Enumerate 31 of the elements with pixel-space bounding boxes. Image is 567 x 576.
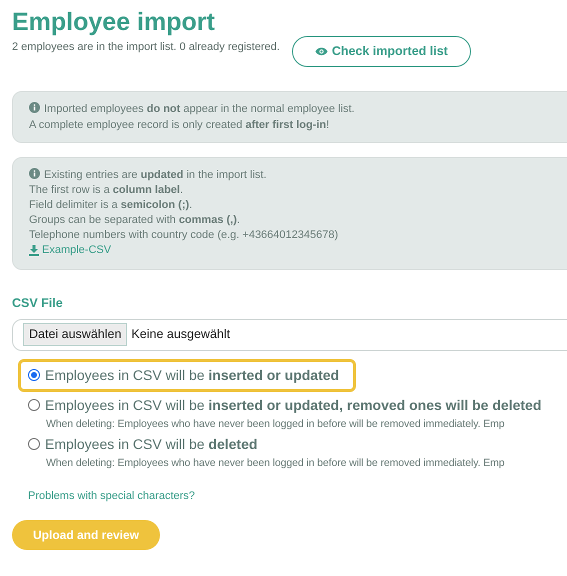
example-csv-link[interactable]: Example-CSV (29, 243, 112, 258)
summary-text: 2 employees are in the import list. 0 already registered. (12, 40, 280, 56)
option-label: Employees in CSV will be deleted (45, 434, 258, 454)
radio-button[interactable] (28, 438, 40, 450)
option-hint: When deleting: Employees who have never been logged in before will be removed immediately. Emp (46, 416, 506, 431)
file-status-text: Keine ausgewählt (131, 326, 230, 344)
radio-button[interactable] (28, 399, 40, 412)
field-label: CSV File (12, 295, 64, 312)
page-title: Employee import (12, 7, 216, 38)
radio-option[interactable]: Employees in CSV will be inserted or updated, removed ones will be deleted (18, 392, 544, 419)
check-list-button[interactable]: Check imported list (292, 36, 471, 67)
radio-option[interactable]: Employees in CSV will be deleted (18, 430, 260, 458)
instruction-text: Groups can be separated with commas (,). (29, 213, 241, 228)
notice-text: Imported employees do not appear in the normal employee list. (44, 103, 355, 115)
eye-icon (314, 47, 328, 56)
choose-file-button[interactable]: Datei auswählen (23, 323, 128, 346)
info-icon (29, 168, 40, 179)
instruction-text: Field delimiter is a semicolon (;). (29, 198, 194, 213)
download-icon (29, 245, 39, 256)
instruction-text: The first row is a column label. (29, 183, 184, 198)
notice-text: A complete employee record is only created after first log-in! (29, 118, 330, 133)
radio-button[interactable] (28, 369, 40, 382)
info-icon (29, 102, 40, 113)
instruction-text: Existing entries are updated in the import list. (44, 169, 267, 181)
option-label: Employees in CSV will be inserted or updated (45, 366, 340, 385)
instruction-text: Telephone numbers with country code (e.g. +43664012345678) (29, 228, 340, 243)
file-input[interactable]: Datei auswählen Keine ausgewählt (12, 318, 567, 351)
radio-option[interactable]: Employees in CSV will be inserted or updated (18, 358, 356, 392)
help-link[interactable]: Problems with special characters? (28, 488, 195, 504)
option-label: Employees in CSV will be inserted or updated, removed ones will be deleted (45, 396, 542, 415)
option-hint: When deleting: Employees who have never been logged in before will be removed immediately. Emp (46, 456, 506, 470)
